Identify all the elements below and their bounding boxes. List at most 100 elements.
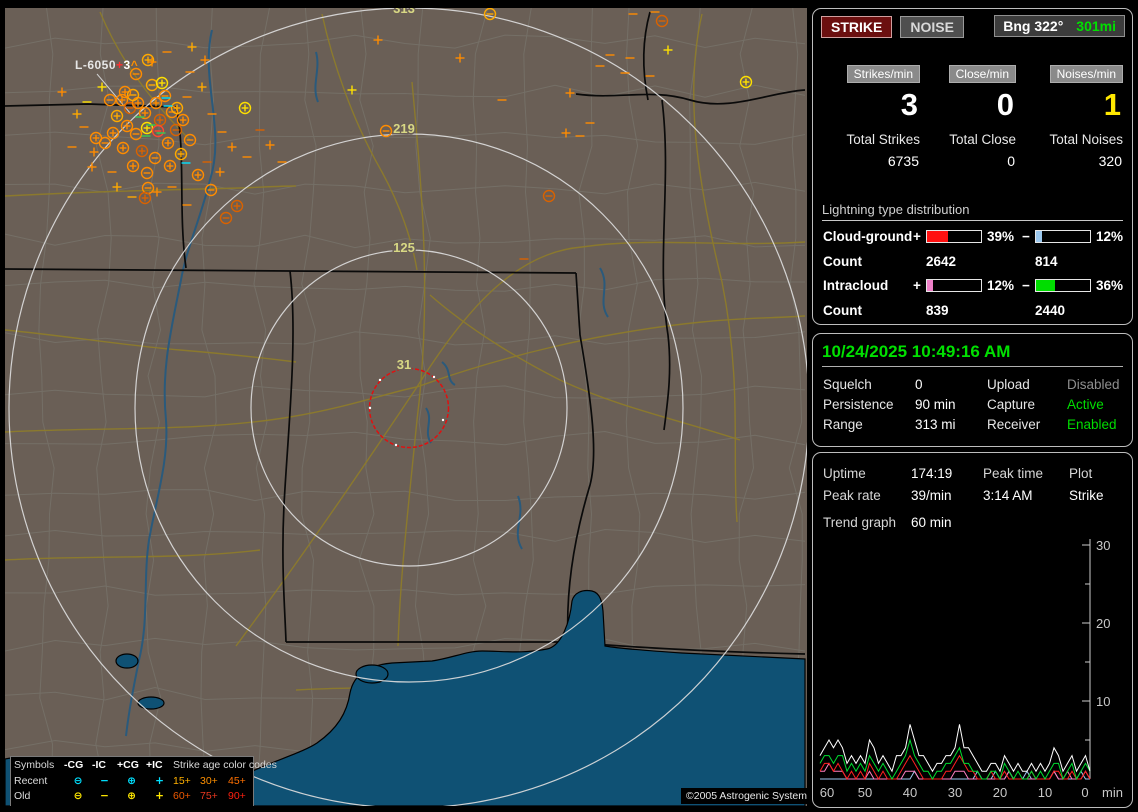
storm-cell-label: L-6050+3^ [75, 58, 139, 72]
legend-old-label: Old [14, 790, 31, 802]
map-canvas[interactable]: 313 219 125 31 [5, 8, 807, 806]
capture-label: Capture [987, 397, 1036, 412]
squelch-label: Squelch [823, 377, 872, 392]
legend-recent-label: Recent [14, 774, 48, 787]
bearing-readout: Bng 322° 301mi [994, 15, 1125, 37]
trend-graph: 10 20 30 60 50 40 30 20 10 0 min [819, 538, 1123, 800]
ic-neg-count: 2440 [1035, 303, 1066, 318]
svg-text:30: 30 [1096, 538, 1110, 553]
upload-status: Disabled [1067, 377, 1120, 392]
svg-text:125: 125 [393, 240, 415, 255]
total-strikes-label: Total Strikes [846, 132, 920, 147]
ic-neg-pct: 36% [1096, 278, 1124, 293]
uptime-label: Uptime [823, 466, 866, 481]
trend-graph-window: 60 min [911, 515, 952, 530]
bearing-range: 301mi [1076, 18, 1116, 34]
noises-per-min-chip: Noises/min [1049, 65, 1123, 83]
datetime-display: 10/24/2025 10:49:16 AM [822, 342, 1123, 367]
svg-text:219: 219 [393, 121, 415, 136]
recent-ic-neg-icon: − [100, 774, 109, 787]
lightning-type-distribution: Lightning type distribution Cloud-ground… [813, 202, 1132, 326]
distribution-title: Lightning type distribution [822, 202, 1123, 221]
ic-neg-bar [1035, 279, 1091, 292]
app-window: { "map": { "copyright": "©2005 Astrogeni… [0, 0, 1138, 812]
strike-tab-button[interactable]: STRIKE [821, 16, 893, 38]
age-60: 60+ [173, 790, 191, 802]
cg-pos-pct: 39% [987, 229, 1015, 244]
age-15: 15+ [173, 774, 191, 787]
trend-panel: Uptime 174:19 Peak time Plot Peak rate 3… [812, 452, 1133, 808]
symbol-legend: Symbols -CG -IC +CG +IC Strike age color… [10, 756, 277, 806]
total-noises-value: 320 [1098, 153, 1122, 169]
squelch-value: 0 [915, 377, 923, 392]
svg-text:40: 40 [903, 785, 917, 800]
cg-pos-count: 2642 [926, 254, 957, 269]
svg-text:60: 60 [820, 785, 834, 800]
persistence-value: 90 min [915, 397, 956, 412]
legend-age-title: Strike age color codes [173, 759, 277, 771]
noises-per-min-value: 1 [1103, 87, 1121, 122]
strikes-per-min-chip: Strikes/min [846, 65, 920, 83]
bearing-label: Bng 322° [1003, 18, 1064, 34]
total-close-label: Total Close [949, 132, 1016, 147]
ic-pos-count: 839 [926, 303, 949, 318]
strike-stats-panel: STRIKE NOISE Bng 322° 301mi Strikes/min Cl… [812, 8, 1133, 325]
ic-pos-bar [926, 279, 982, 292]
noise-tab-button[interactable]: NOISE [900, 16, 964, 38]
strikes-per-min-value: 3 [900, 87, 918, 122]
old-ic-neg-icon: − [100, 790, 109, 802]
range-label: Range [823, 417, 863, 432]
range-value: 313 mi [915, 417, 956, 432]
trend-series-cg_pos [819, 754, 1091, 781]
svg-text:31: 31 [397, 357, 411, 372]
close-per-min-value: 0 [996, 87, 1014, 122]
age-90: 90+ [228, 790, 246, 802]
receiver-status: Enabled [1067, 417, 1117, 432]
close-per-min-chip: Close/min [948, 65, 1016, 83]
legend-col-ic-neg: -IC [92, 759, 106, 771]
cg-neg-count: 814 [1035, 254, 1058, 269]
persistence-label: Persistence [823, 397, 894, 412]
old-ic-pos-icon: + [155, 790, 164, 802]
cloud-ground-label: Cloud-ground [823, 229, 913, 244]
peak-time-value: 3:14 AM [983, 488, 1033, 503]
svg-text:20: 20 [1096, 616, 1110, 631]
recent-cg-neg-icon: ⊖ [73, 774, 83, 787]
plot-header: Plot [1069, 466, 1093, 481]
minus-sign: − [1022, 278, 1030, 293]
receiver-label: Receiver [987, 417, 1041, 432]
upload-label: Upload [987, 377, 1030, 392]
old-cg-neg-icon: ⊖ [73, 790, 83, 802]
svg-text:10: 10 [1096, 694, 1110, 709]
trend-series-cg_neg [820, 770, 1090, 780]
plus-sign: + [913, 229, 921, 244]
plot-mode-value: Strike [1069, 488, 1104, 503]
map-view[interactable]: 313 219 125 31 L-6050+3^ Symbols -CG -IC +C… [5, 8, 807, 806]
total-strikes-value: 6735 [887, 153, 919, 169]
svg-text:50: 50 [858, 785, 872, 800]
ic-pos-pct: 12% [987, 278, 1015, 293]
copyright-notice: ©2005 Astrogenic Systems [681, 788, 807, 804]
cg-neg-bar [1035, 230, 1091, 243]
total-close-value: 0 [1007, 153, 1015, 169]
legend-col-cg-pos: +CG [117, 759, 139, 771]
peak-rate-value: 39/min [911, 488, 952, 503]
svg-text:0: 0 [1081, 785, 1088, 800]
minus-sign: − [1022, 229, 1030, 244]
peak-rate-label: Peak rate [823, 488, 881, 503]
age-30: 30+ [200, 774, 218, 787]
trend-graph-label: Trend graph [823, 515, 897, 530]
svg-text:min: min [1102, 785, 1123, 800]
count-label: Count [823, 254, 862, 269]
status-panel: 10/24/2025 10:49:16 AM Squelch 0 Upload … [812, 333, 1133, 447]
age-45: 45+ [228, 774, 246, 787]
uptime-value: 174:19 [911, 466, 953, 481]
cg-pos-bar [926, 230, 982, 243]
peak-time-header: Peak time [983, 466, 1044, 481]
recent-ic-pos-icon: + [155, 774, 164, 787]
count-label: Count [823, 303, 862, 318]
legend-col-cg-neg: -CG [64, 759, 84, 771]
svg-text:30: 30 [948, 785, 962, 800]
svg-text:10: 10 [1038, 785, 1052, 800]
svg-text:313: 313 [393, 8, 415, 16]
